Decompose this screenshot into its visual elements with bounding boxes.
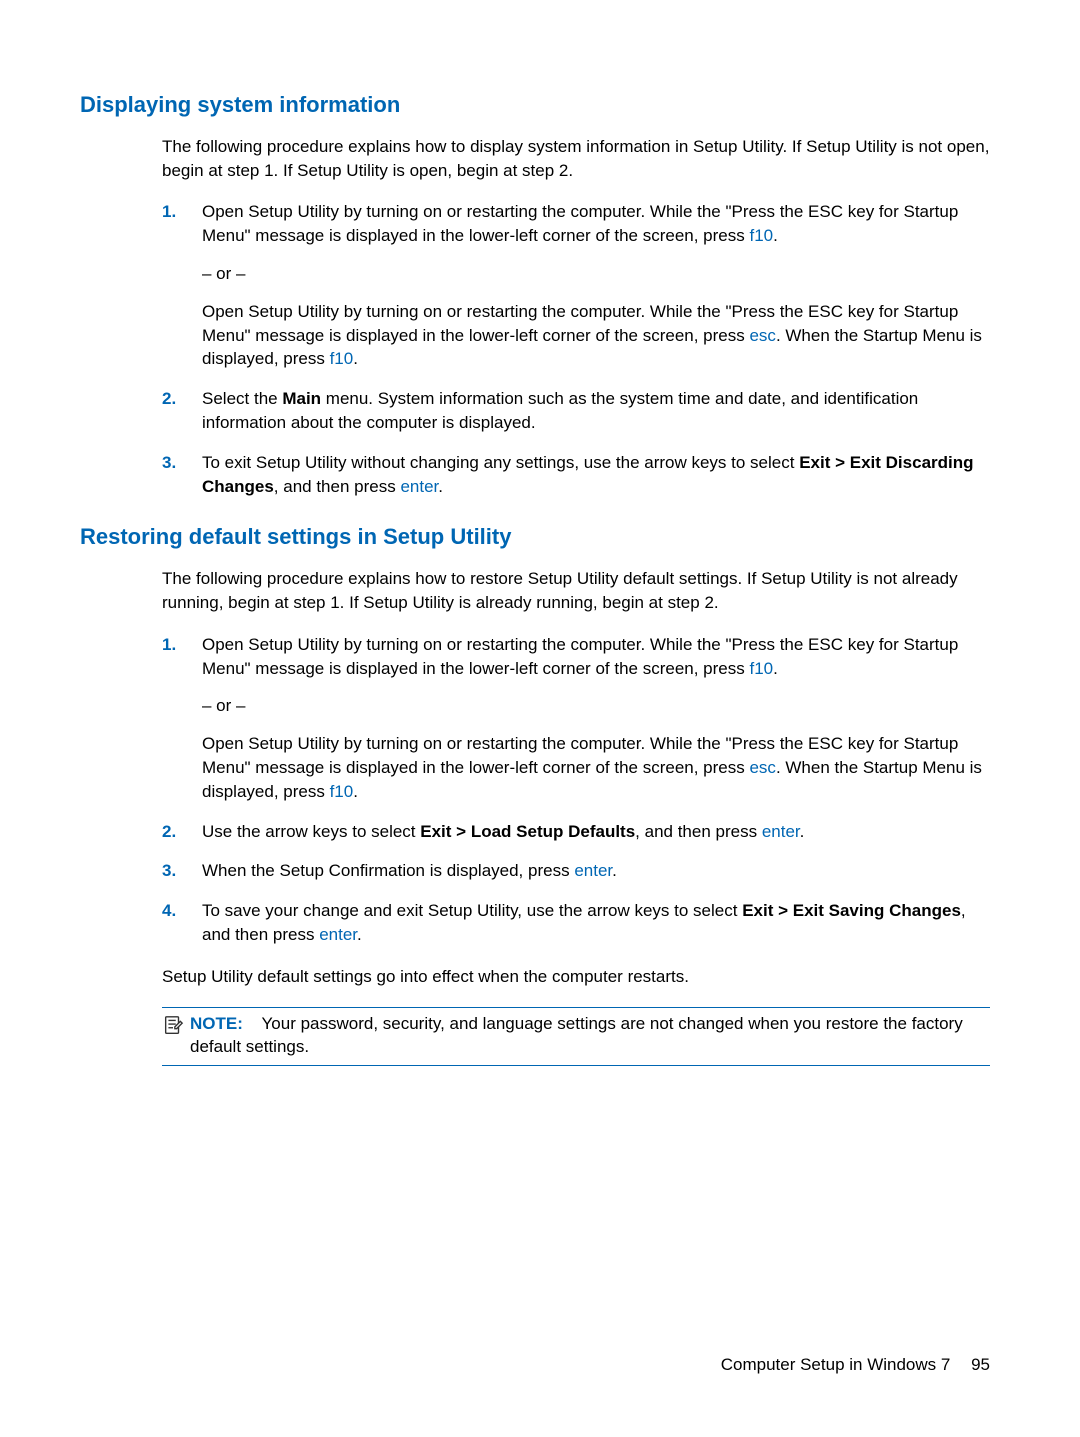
step-number: 2. bbox=[162, 387, 202, 435]
step1-para1: Open Setup Utility by turning on or rest… bbox=[202, 200, 990, 248]
bold-exit-saving: Exit > Exit Saving Changes bbox=[742, 901, 961, 920]
text: , and then press bbox=[274, 477, 401, 496]
section2-step4: 4. To save your change and exit Setup Ut… bbox=[162, 899, 990, 947]
text: Select the bbox=[202, 389, 282, 408]
section2: Restoring default settings in Setup Util… bbox=[80, 522, 1000, 1066]
step2-para: Select the Main menu. System information… bbox=[202, 387, 990, 435]
section2-step2: 2. Use the arrow keys to select Exit > L… bbox=[162, 820, 990, 844]
section1-step2: 2. Select the Main menu. System informat… bbox=[162, 387, 990, 435]
section1-content: The following procedure explains how to … bbox=[162, 135, 990, 499]
step-number: 1. bbox=[162, 200, 202, 371]
page-number: 95 bbox=[971, 1355, 990, 1374]
note-block: NOTE: Your password, security, and langu… bbox=[162, 1007, 990, 1067]
section2-step3: 3. When the Setup Confirmation is displa… bbox=[162, 859, 990, 883]
step-body: Use the arrow keys to select Exit > Load… bbox=[202, 820, 990, 844]
step4-para: To save your change and exit Setup Utili… bbox=[202, 899, 990, 947]
text: Open Setup Utility by turning on or rest… bbox=[202, 635, 958, 678]
section1-steps: 1. Open Setup Utility by turning on or r… bbox=[162, 200, 990, 498]
key-esc: esc bbox=[749, 326, 775, 345]
step3-para: To exit Setup Utility without changing a… bbox=[202, 451, 990, 499]
section1-intro: The following procedure explains how to … bbox=[162, 135, 990, 183]
step-body: Select the Main menu. System information… bbox=[202, 387, 990, 435]
footer-text: Computer Setup in Windows 7 bbox=[721, 1355, 951, 1374]
step-body: To exit Setup Utility without changing a… bbox=[202, 451, 990, 499]
or-divider: – or – bbox=[202, 262, 990, 286]
text: To exit Setup Utility without changing a… bbox=[202, 453, 799, 472]
step1-para1: Open Setup Utility by turning on or rest… bbox=[202, 633, 990, 681]
text: . bbox=[773, 659, 778, 678]
note-label: NOTE: bbox=[190, 1014, 243, 1033]
text: , and then press bbox=[635, 822, 762, 841]
step-number: 3. bbox=[162, 451, 202, 499]
page-footer: Computer Setup in Windows 7 95 bbox=[721, 1353, 990, 1377]
text: . bbox=[800, 822, 805, 841]
bold-load-defaults: Exit > Load Setup Defaults bbox=[420, 822, 635, 841]
note-text: NOTE: Your password, security, and langu… bbox=[190, 1012, 990, 1060]
text: When the Setup Confirmation is displayed… bbox=[202, 861, 574, 880]
text: . bbox=[612, 861, 617, 880]
key-enter: enter bbox=[319, 925, 357, 944]
key-esc: esc bbox=[749, 758, 775, 777]
heading-restoring-default-settings: Restoring default settings in Setup Util… bbox=[80, 522, 1000, 553]
step2-para: Use the arrow keys to select Exit > Load… bbox=[202, 820, 990, 844]
key-f10: f10 bbox=[749, 226, 773, 245]
heading-displaying-system-information: Displaying system information bbox=[80, 90, 1000, 121]
key-enter: enter bbox=[762, 822, 800, 841]
step3-para: When the Setup Confirmation is displayed… bbox=[202, 859, 990, 883]
step-number: 3. bbox=[162, 859, 202, 883]
text: . bbox=[773, 226, 778, 245]
text: To save your change and exit Setup Utili… bbox=[202, 901, 742, 920]
text: . bbox=[353, 349, 358, 368]
step-body: Open Setup Utility by turning on or rest… bbox=[202, 200, 990, 371]
section1-step1: 1. Open Setup Utility by turning on or r… bbox=[162, 200, 990, 371]
step-body: When the Setup Confirmation is displayed… bbox=[202, 859, 990, 883]
or-divider: – or – bbox=[202, 694, 990, 718]
section2-content: The following procedure explains how to … bbox=[162, 567, 990, 988]
note-icon bbox=[162, 1014, 184, 1036]
step-body: Open Setup Utility by turning on or rest… bbox=[202, 633, 990, 804]
bold-main: Main bbox=[282, 389, 321, 408]
section2-step1: 1. Open Setup Utility by turning on or r… bbox=[162, 633, 990, 804]
section2-steps: 1. Open Setup Utility by turning on or r… bbox=[162, 633, 990, 947]
key-f10: f10 bbox=[330, 782, 354, 801]
text: . bbox=[357, 925, 362, 944]
key-f10: f10 bbox=[330, 349, 354, 368]
step-number: 4. bbox=[162, 899, 202, 947]
step1-para2: Open Setup Utility by turning on or rest… bbox=[202, 300, 990, 371]
step1-para2: Open Setup Utility by turning on or rest… bbox=[202, 732, 990, 803]
section2-intro: The following procedure explains how to … bbox=[162, 567, 990, 615]
section2-closing: Setup Utility default settings go into e… bbox=[162, 965, 990, 989]
section1-step3: 3. To exit Setup Utility without changin… bbox=[162, 451, 990, 499]
key-enter: enter bbox=[574, 861, 612, 880]
text: Open Setup Utility by turning on or rest… bbox=[202, 202, 958, 245]
text: Use the arrow keys to select bbox=[202, 822, 420, 841]
text: . bbox=[438, 477, 443, 496]
step-number: 2. bbox=[162, 820, 202, 844]
note-body: Your password, security, and language se… bbox=[190, 1014, 963, 1057]
step-body: To save your change and exit Setup Utili… bbox=[202, 899, 990, 947]
key-enter: enter bbox=[400, 477, 438, 496]
step-number: 1. bbox=[162, 633, 202, 804]
text: . bbox=[353, 782, 358, 801]
key-f10: f10 bbox=[749, 659, 773, 678]
